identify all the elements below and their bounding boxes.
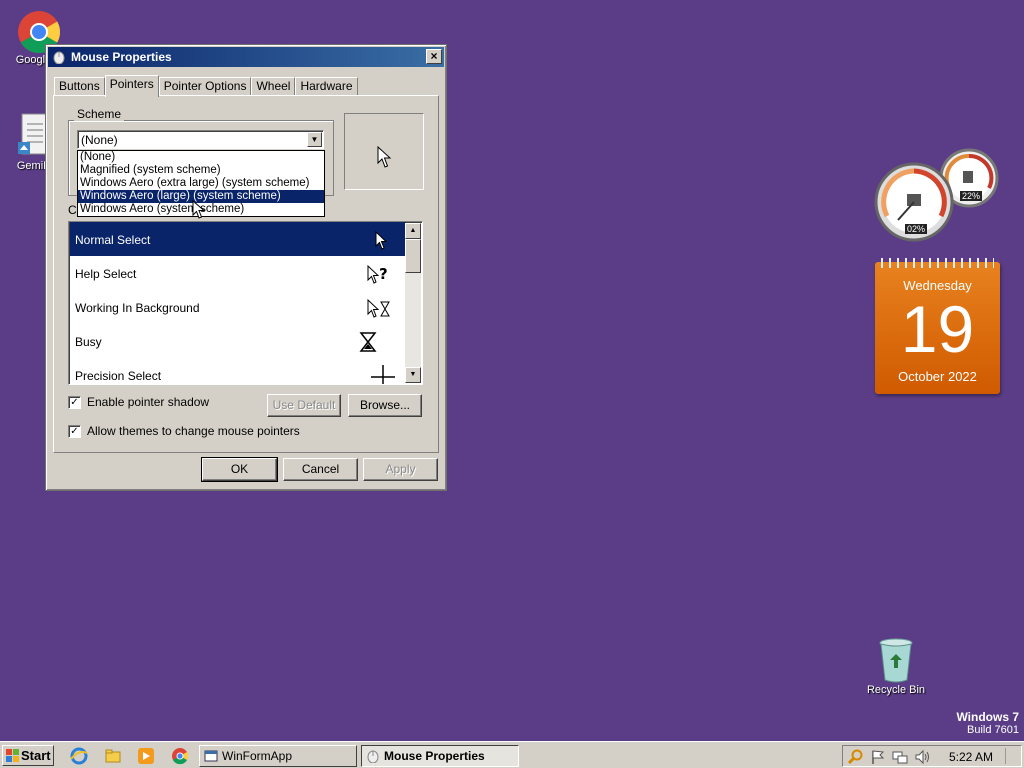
allow-themes-row[interactable]: ✓ Allow themes to change mouse pointers [68,424,300,438]
scheme-combo[interactable]: (None) ▼ [77,130,324,149]
desktop-icon-label: Recycle Bin [866,684,926,696]
tab-hardware[interactable]: Hardware [295,77,358,96]
help-cursor-icon: ? [367,264,388,284]
memory-percent: 22% [960,191,983,201]
media-player-icon[interactable] [137,747,155,765]
network-icon[interactable] [892,749,908,765]
folder-icon[interactable] [104,747,122,765]
app-window-icon [204,750,218,762]
task-mouse-properties[interactable]: Mouse Properties [361,745,519,767]
chevron-down-icon[interactable]: ▼ [307,132,322,147]
pointer-list[interactable]: Normal Select Help Select ? Working In B… [68,221,423,385]
mouse-icon [367,750,379,763]
crosshair-icon [371,365,395,384]
pointer-name: Precision Select [75,369,162,383]
dialog-title: Mouse Properties [71,50,172,64]
volume-icon[interactable] [914,749,930,765]
browse-button[interactable]: Browse... [348,394,422,417]
start-label: Start [21,748,51,763]
tab-wheel[interactable]: Wheel [251,77,296,96]
calendar-month: October 2022 [898,369,977,384]
vertical-scrollbar[interactable]: ▲ ▼ [405,223,421,383]
pointer-name: Working In Background [75,301,200,315]
scroll-thumb[interactable] [405,239,421,273]
pointer-row-precision-select[interactable]: Precision Select [70,358,406,384]
working-cursor-icon [367,298,390,318]
search-icon[interactable] [848,749,864,765]
tab-pointer-options[interactable]: Pointer Options [158,77,252,96]
desktop-icon-recycle-bin[interactable]: Recycle Bin [856,636,936,696]
tab-buttons[interactable]: Buttons [54,77,105,96]
pointer-row-normal-select[interactable]: Normal Select [70,222,406,256]
arrow-cursor-icon [377,146,392,168]
calendar-rings [881,258,994,268]
enable-pointer-shadow-checkbox[interactable]: ✓ [68,395,81,409]
pointer-name: Busy [75,335,102,349]
mouse-icon [53,51,65,64]
allow-themes-checkbox[interactable]: ✓ [68,424,81,438]
internet-explorer-icon[interactable] [70,747,88,765]
tab-strip: Buttons Pointers Pointer Options Wheel H… [54,75,358,97]
flag-icon[interactable] [870,749,886,765]
enable-pointer-shadow-label: Enable pointer shadow [87,395,210,409]
ok-button[interactable]: OK [201,457,278,482]
cpu-meter-gadget: 02% 22% [874,148,1000,244]
scroll-down-button[interactable]: ▼ [405,367,421,383]
calendar-gadget[interactable]: Wednesday 19 October 2022 [875,258,1000,394]
clock[interactable]: 5:22 AM [949,750,993,764]
scheme-option[interactable]: (None) [78,151,324,164]
cpu-percent: 02% [905,224,928,234]
enable-pointer-shadow-row[interactable]: ✓ Enable pointer shadow [68,395,209,409]
close-button[interactable]: × [426,49,442,64]
apply-button[interactable]: Apply [363,458,438,481]
task-label: Mouse Properties [384,749,485,763]
task-label: WinFormApp [222,749,293,763]
calendar-day: 19 [900,292,975,366]
taskbar: Start WinFormApp Mouse Properties 5:22 A… [0,741,1024,768]
calendar-weekday: Wednesday [903,278,972,293]
system-tray: 5:22 AM [842,745,1022,767]
use-default-button[interactable]: Use Default [267,394,341,417]
windows-logo-icon [6,749,19,762]
scheme-option[interactable]: Magnified (system scheme) [78,164,324,177]
windows-version: Windows 7 Build 7601 [956,710,1019,736]
pointer-name: Normal Select [75,233,151,247]
scheme-label: Scheme [74,107,125,121]
os-name: Windows 7 [956,710,1019,724]
arrow-cursor-icon [375,230,388,250]
pointer-preview [344,113,424,190]
task-winformapp[interactable]: WinFormApp [199,745,357,767]
chrome-icon[interactable] [171,747,189,765]
title-bar[interactable]: Mouse Properties × [48,47,444,67]
customize-label: C [68,203,77,217]
mouse-cursor-icon [192,200,206,219]
scheme-option[interactable]: Windows Aero (extra large) (system schem… [78,177,324,190]
tab-pointers[interactable]: Pointers [104,75,159,97]
start-button[interactable]: Start [2,745,54,766]
pointer-name: Help Select [75,267,137,281]
pointer-row-working-in-background[interactable]: Working In Background [70,290,406,324]
hourglass-icon [359,332,377,352]
recycle-bin-icon [879,638,913,683]
os-build: Build 7601 [967,724,1019,736]
pointer-row-busy[interactable]: Busy [70,324,406,358]
allow-themes-label: Allow themes to change mouse pointers [87,424,300,438]
pointer-row-help-select[interactable]: Help Select ? [70,256,406,290]
cancel-button[interactable]: Cancel [283,458,358,481]
show-desktop-button[interactable] [1005,748,1019,764]
scheme-value: (None) [81,133,118,147]
svg-text:?: ? [379,265,388,283]
scroll-up-button[interactable]: ▲ [405,223,421,239]
